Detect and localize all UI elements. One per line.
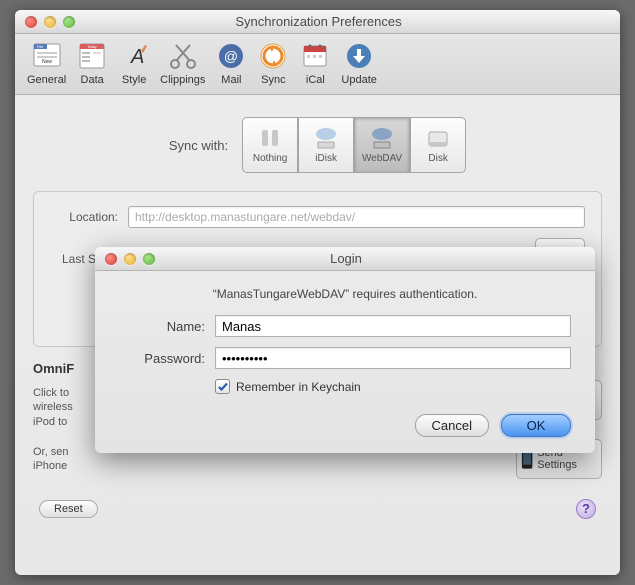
- svg-text:@: @: [224, 48, 238, 64]
- ok-button[interactable]: OK: [501, 414, 571, 437]
- toolbar-ical[interactable]: iCal: [299, 40, 331, 86]
- sync-option-nothing[interactable]: Nothing: [242, 117, 298, 173]
- toolbar-style[interactable]: A Style: [118, 40, 150, 86]
- sync-option-disk[interactable]: Disk: [410, 117, 466, 173]
- sync-with-segment: Nothing iDisk WebDAV Disk: [242, 117, 466, 173]
- dialog-titlebar: Login: [95, 247, 595, 271]
- login-dialog: Login “ManasTungareWebDAV” requires auth…: [95, 247, 595, 453]
- password-input[interactable]: [215, 347, 571, 369]
- minimize-icon[interactable]: [44, 16, 56, 28]
- reset-button[interactable]: Reset: [39, 500, 98, 518]
- sync-option-idisk[interactable]: iDisk: [298, 117, 354, 173]
- svg-text:New: New: [42, 59, 52, 65]
- close-icon[interactable]: [25, 16, 37, 28]
- toolbar-sync[interactable]: Sync: [257, 40, 289, 86]
- password-label: Password:: [119, 351, 205, 366]
- sync-with-row: Sync with: Nothing iDisk WebDAV Disk: [33, 117, 602, 173]
- minimize-icon[interactable]: [124, 253, 136, 265]
- zoom-icon[interactable]: [143, 253, 155, 265]
- dialog-title: Login: [155, 251, 537, 266]
- footer: Reset ?: [33, 499, 602, 519]
- titlebar: Synchronization Preferences: [15, 10, 620, 34]
- preferences-toolbar: FileNew General Today Data A Style Clipp…: [15, 34, 620, 95]
- toolbar-mail[interactable]: @ Mail: [215, 40, 247, 86]
- toolbar-general[interactable]: FileNew General: [27, 40, 66, 86]
- location-label: Location:: [50, 210, 118, 224]
- window-title: Synchronization Preferences: [75, 14, 562, 29]
- desc-2: Or, seniPhone: [33, 445, 68, 474]
- remember-keychain-checkbox[interactable]: Remember in Keychain: [215, 379, 571, 394]
- svg-text:Today: Today: [87, 45, 97, 49]
- window-controls: [25, 16, 75, 28]
- toolbar-data[interactable]: Today Data: [76, 40, 108, 86]
- svg-text:File: File: [36, 44, 43, 49]
- desc-1: Click towirelessiPod to: [33, 386, 73, 429]
- help-button[interactable]: ?: [576, 499, 596, 519]
- checkbox-icon: [215, 379, 230, 394]
- sync-option-webdav[interactable]: WebDAV: [354, 117, 410, 173]
- zoom-icon[interactable]: [63, 16, 75, 28]
- remember-label: Remember in Keychain: [236, 380, 361, 394]
- sync-with-label: Sync with:: [169, 138, 228, 153]
- dialog-message: “ManasTungareWebDAV” requires authentica…: [119, 287, 571, 301]
- name-label: Name:: [119, 319, 205, 334]
- close-icon[interactable]: [105, 253, 117, 265]
- cancel-button[interactable]: Cancel: [415, 414, 489, 437]
- location-input[interactable]: [128, 206, 585, 228]
- toolbar-update[interactable]: Update: [341, 40, 376, 86]
- name-input[interactable]: [215, 315, 571, 337]
- dialog-window-controls: [105, 253, 155, 265]
- toolbar-clippings[interactable]: Clippings: [160, 40, 205, 86]
